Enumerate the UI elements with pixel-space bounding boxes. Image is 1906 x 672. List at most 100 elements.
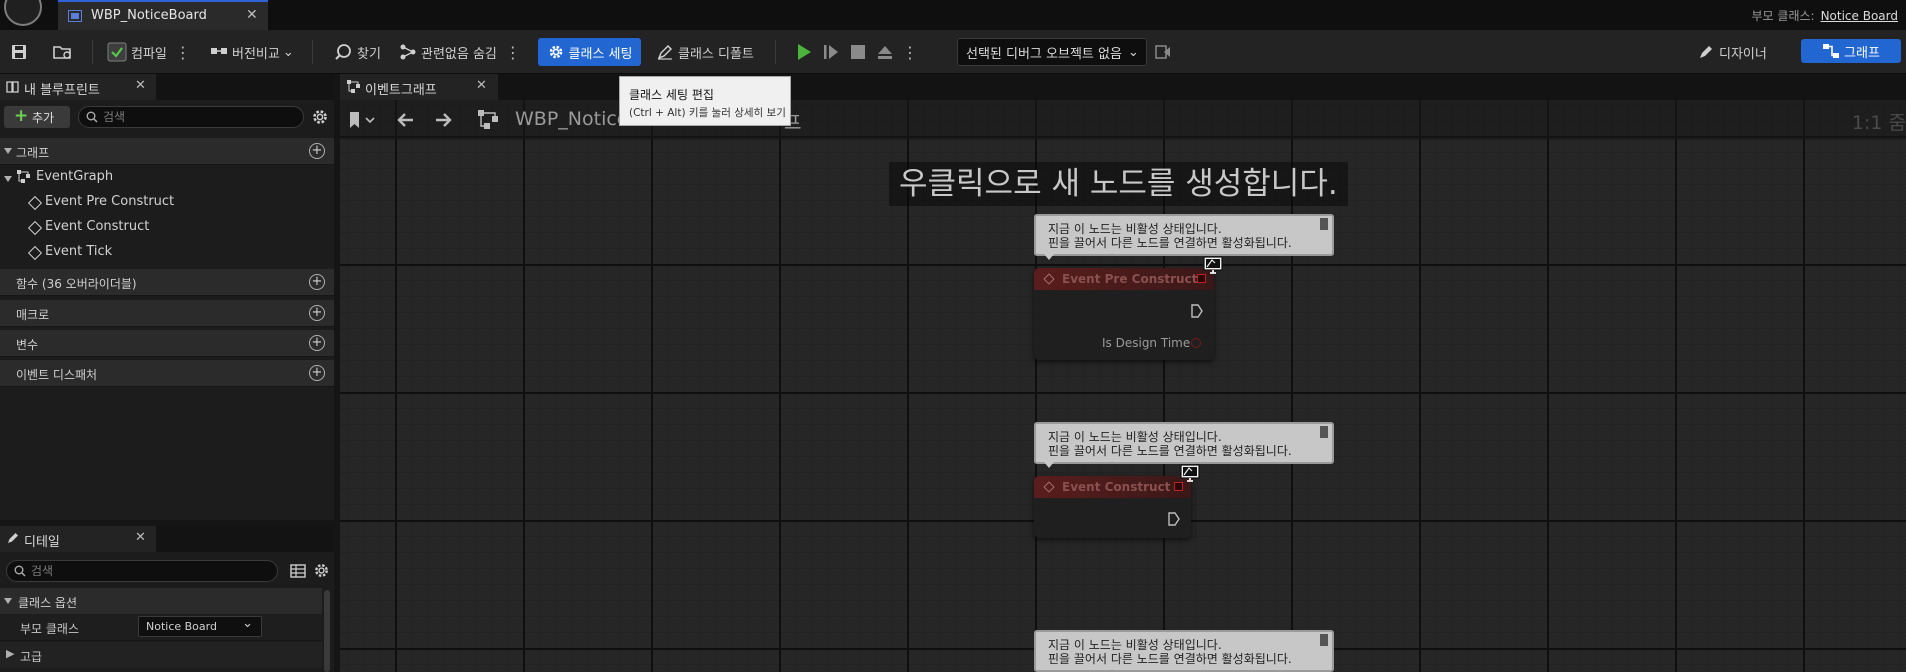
- graphs-section[interactable]: 그래프 +: [0, 138, 334, 165]
- add-macro-icon[interactable]: +: [309, 305, 325, 321]
- pin-icon[interactable]: [1320, 218, 1328, 230]
- event-icon: [27, 245, 43, 261]
- parent-class-dropdown-value: Notice Board: [146, 620, 217, 633]
- pin-icon[interactable]: [1320, 634, 1328, 646]
- comment-line: 핀을 끌어서 다른 노드를 연결하면 활성화됩니다.: [1048, 652, 1292, 666]
- event-graph-icon: [17, 170, 30, 183]
- play-icon[interactable]: [794, 42, 814, 62]
- hide-unrelated-button[interactable]: 관련없음 숨김 ⋮: [399, 38, 521, 66]
- graph-tabbar: [340, 74, 1906, 100]
- find-label: 찾기: [357, 46, 381, 62]
- details-search-input[interactable]: 검색: [6, 560, 278, 582]
- save-button[interactable]: [10, 38, 28, 66]
- more-options-icon[interactable]: ⋮: [505, 43, 521, 62]
- event-node-header: Event Pre Construct: [1034, 268, 1214, 290]
- advanced-label: 고급: [20, 650, 43, 664]
- find-button[interactable]: 찾기: [333, 38, 381, 66]
- event-node[interactable]: Event Pre Construct Is Design Time: [1034, 268, 1214, 360]
- bool-pin-icon[interactable]: [1191, 338, 1201, 348]
- diff-label: 버전비교: [232, 46, 280, 62]
- expand-triangle-icon: [4, 598, 12, 604]
- eject-icon[interactable]: [875, 42, 895, 62]
- event-node[interactable]: Event Construct: [1034, 476, 1191, 538]
- settings-gear-icon[interactable]: [313, 562, 330, 579]
- play-options-icon[interactable]: ⋮: [902, 43, 918, 62]
- comment-bubble[interactable]: 지금 이 노드는 비활성 상태입니다. 핀을 끌어서 다른 노드를 연결하면 활…: [1034, 214, 1334, 260]
- dispatchers-section[interactable]: 이벤트 디스패처 +: [0, 360, 334, 387]
- settings-gear-icon[interactable]: [311, 108, 329, 126]
- designer-button[interactable]: 디자이너: [1697, 38, 1767, 66]
- class-settings-label: 클래스 세팅: [568, 46, 633, 62]
- details-tab[interactable]: 디테일 ✕: [0, 526, 156, 552]
- details-search-placeholder: 검색: [31, 564, 54, 578]
- expand-triangle-icon: [4, 148, 12, 154]
- graph-icon: [1823, 44, 1840, 58]
- close-icon[interactable]: ✕: [135, 78, 146, 93]
- debug-object-select[interactable]: 선택된 디버그 오브젝트 없음 ⌄: [957, 38, 1147, 66]
- comment-bubble[interactable]: 지금 이 노드는 비활성 상태입니다. 핀을 끌어서 다른 노드를 연결하면 활…: [1034, 630, 1334, 672]
- add-button[interactable]: + 추가: [4, 106, 70, 128]
- add-graph-icon[interactable]: +: [309, 143, 325, 159]
- class-options-label: 클래스 옵션: [18, 596, 78, 610]
- my-blueprint-tab[interactable]: 내 블루프린트 ✕: [0, 74, 156, 100]
- exec-pin-icon[interactable]: [1168, 512, 1180, 526]
- add-variable-icon[interactable]: +: [309, 335, 325, 351]
- find-icon: [335, 44, 351, 60]
- details-tabbar: 디테일 ✕: [0, 526, 334, 552]
- details-tab-label: 디테일: [24, 535, 60, 550]
- advanced-section[interactable]: ▶ 고급: [0, 642, 322, 668]
- book-icon: [6, 81, 19, 93]
- class-settings-button[interactable]: 클래스 세팅: [538, 38, 641, 66]
- parent-class-dropdown[interactable]: Notice Board ⌄: [138, 616, 262, 637]
- stop-icon[interactable]: [848, 42, 868, 62]
- comment-tail: [1044, 462, 1054, 468]
- document-tab-label: WBP_NoticeBoard: [91, 8, 207, 23]
- close-icon[interactable]: ✕: [246, 7, 258, 23]
- close-icon[interactable]: ✕: [476, 78, 487, 93]
- browse-button[interactable]: [52, 38, 74, 66]
- close-icon[interactable]: ✕: [135, 530, 146, 545]
- event-graph-tab[interactable]: 이벤트그래프 ✕: [340, 74, 498, 100]
- parent-class-row-label: 부모 클래스: [20, 622, 80, 636]
- bookmark-icon[interactable]: [347, 111, 377, 129]
- parent-class-link[interactable]: Notice Board: [1821, 9, 1898, 23]
- forward-arrow-icon[interactable]: [434, 111, 454, 129]
- compile-button[interactable]: 컴파일 ⋮: [107, 38, 191, 66]
- editor-only-monitor-icon: [1180, 464, 1200, 482]
- add-dispatcher-icon[interactable]: +: [309, 365, 325, 381]
- my-blueprint-search-input[interactable]: 검색: [78, 106, 304, 128]
- macros-section[interactable]: 매크로 +: [0, 300, 334, 327]
- event-item[interactable]: Event Construct: [45, 219, 149, 234]
- comment-bubble[interactable]: 지금 이 노드는 비활성 상태입니다. 핀을 끌어서 다른 노드를 연결하면 활…: [1034, 422, 1334, 468]
- event-item[interactable]: Event Tick: [45, 244, 112, 259]
- title-bar: [0, 0, 1906, 30]
- widget-blueprint-icon: [68, 10, 82, 22]
- exec-pin-icon[interactable]: [1191, 304, 1203, 318]
- event-graph-item[interactable]: EventGraph: [36, 169, 113, 184]
- functions-section[interactable]: 함수 (36 오버라이더블) +: [0, 269, 334, 296]
- expand-triangle-icon[interactable]: [4, 176, 12, 182]
- diff-button[interactable]: 버전비교 ⌄: [210, 38, 294, 66]
- dispatchers-section-label: 이벤트 디스패처: [16, 368, 98, 382]
- compile-options-icon[interactable]: ⋮: [175, 43, 191, 62]
- class-options-section[interactable]: 클래스 옵션: [0, 588, 322, 614]
- variables-section[interactable]: 변수 +: [0, 330, 334, 357]
- class-defaults-button[interactable]: 클래스 디폴트: [656, 38, 754, 66]
- graph-mode-button[interactable]: 그래프: [1801, 39, 1901, 63]
- pin-icon[interactable]: [1320, 426, 1328, 438]
- debug-filter-button[interactable]: [1154, 38, 1172, 66]
- step-icon[interactable]: [821, 42, 841, 62]
- pencil-icon: [8, 533, 18, 543]
- event-item[interactable]: Event Pre Construct: [45, 194, 174, 209]
- add-function-icon[interactable]: +: [309, 274, 325, 290]
- details-scrollbar[interactable]: [324, 590, 330, 672]
- graph-mode-label: 그래프: [1844, 45, 1880, 61]
- document-tab[interactable]: WBP_NoticeBoard ✕: [58, 0, 268, 30]
- back-arrow-icon[interactable]: [395, 111, 415, 129]
- parent-class-row: 부모 클래스 Notice Board ⌄: [0, 614, 322, 641]
- table-view-icon[interactable]: [290, 563, 306, 579]
- event-icon: [1043, 273, 1055, 285]
- breadcrumb[interactable]: WBP_Notice: [515, 108, 628, 130]
- pencil-icon: [657, 44, 673, 60]
- event-node-header: Event Construct: [1034, 476, 1191, 498]
